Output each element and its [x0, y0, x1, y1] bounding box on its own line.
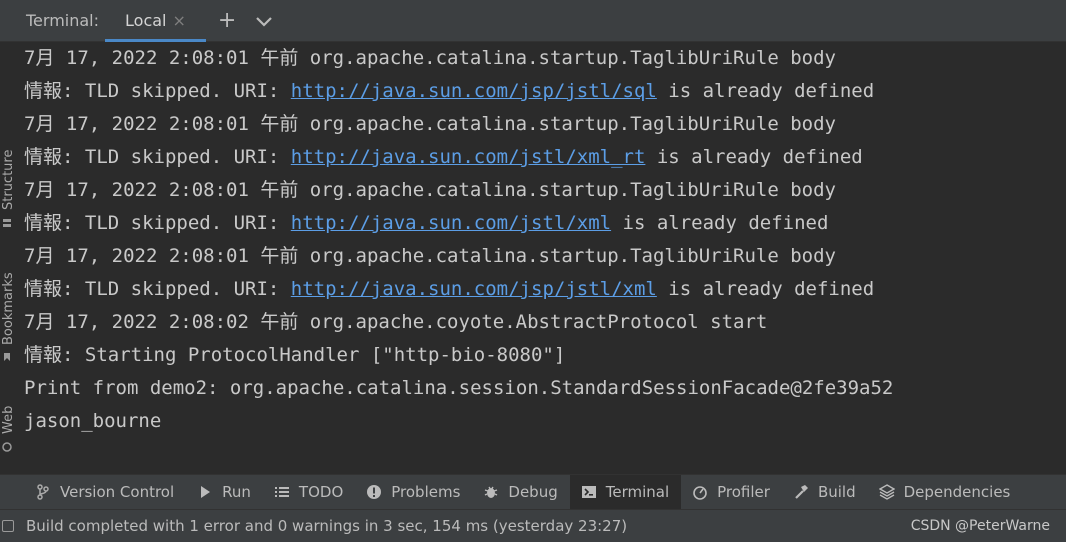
console-text: Print from demo2: org.apache.catalina.se…	[24, 377, 894, 399]
structure-icon	[3, 219, 11, 227]
chevron-down-icon[interactable]	[254, 14, 274, 28]
side-tool-bookmarks[interactable]: Bookmarks	[1, 272, 16, 345]
console-line: jason_bourne	[24, 405, 1064, 438]
terminal-output[interactable]: 7月 17, 2022 2:08:01 午前 org.apache.catali…	[24, 42, 1064, 472]
tab-local[interactable]: Local ×	[105, 0, 206, 42]
tool-label: Build	[817, 483, 856, 501]
tool-build[interactable]: Build	[782, 475, 868, 510]
console-text: 7月 17, 2022 2:08:01 午前 org.apache.catali…	[24, 179, 836, 201]
status-bar: Build completed with 1 error and 0 warni…	[0, 509, 1066, 542]
console-link[interactable]: http://java.sun.com/jsp/jstl/xml	[291, 278, 657, 300]
tool-label: Version Control	[60, 483, 175, 501]
status-toggle-icon[interactable]	[2, 520, 14, 532]
tool-profiler[interactable]: Profiler	[681, 475, 782, 510]
tool-dependencies[interactable]: Dependencies	[868, 475, 1023, 510]
tool-todo[interactable]: TODO	[263, 475, 355, 510]
console-text: 情報: TLD skipped. URI:	[24, 80, 291, 102]
console-line: 7月 17, 2022 2:08:01 午前 org.apache.catali…	[24, 174, 1064, 207]
tab-local-label: Local	[125, 11, 167, 30]
bookmark-icon	[4, 353, 10, 361]
layers-icon	[878, 483, 896, 501]
globe-icon	[2, 442, 12, 452]
profiler-icon	[691, 483, 709, 501]
console-link[interactable]: http://java.sun.com/jsp/jstl/sql	[291, 80, 657, 102]
list-icon	[273, 483, 291, 501]
console-text: 情報: Starting ProtocolHandler ["http-bio-…	[24, 344, 566, 366]
console-text: 7月 17, 2022 2:08:01 午前 org.apache.catali…	[24, 113, 836, 135]
console-text: is already defined	[611, 212, 829, 234]
tool-terminal[interactable]: Terminal	[569, 474, 682, 510]
console-text: 情報: TLD skipped. URI:	[24, 146, 291, 168]
console-line: 情報: TLD skipped. URI: http://java.sun.co…	[24, 207, 1064, 240]
terminal-header: Terminal: Local × +	[0, 0, 1066, 42]
terminal-icon	[580, 483, 598, 501]
console-text: jason_bourne	[24, 410, 162, 432]
console-line: 7月 17, 2022 2:08:01 午前 org.apache.catali…	[24, 108, 1064, 141]
problems-icon	[365, 483, 383, 501]
console-text: 7月 17, 2022 2:08:01 午前 org.apache.catali…	[24, 245, 836, 267]
tool-window-bar: Version Control Run TODO Problems Debug Termi…	[0, 474, 1066, 510]
console-text: 情報: TLD skipped. URI:	[24, 212, 291, 234]
tool-run[interactable]: Run	[186, 475, 263, 510]
console-text: is already defined	[656, 278, 875, 300]
tool-label: Profiler	[717, 483, 770, 501]
console-line: 情報: TLD skipped. URI: http://java.sun.co…	[24, 141, 1064, 174]
console-line: 7月 17, 2022 2:08:02 午前 org.apache.coyote…	[24, 306, 1064, 339]
tool-debug[interactable]: Debug	[472, 475, 569, 510]
side-tool-structure[interactable]: Structure	[1, 150, 16, 210]
console-text: is already defined	[656, 80, 875, 102]
console-line: Print from demo2: org.apache.catalina.se…	[24, 372, 1064, 405]
close-icon[interactable]: ×	[172, 11, 185, 30]
status-message[interactable]: Build completed with 1 error and 0 warni…	[26, 517, 627, 535]
hammer-icon	[792, 483, 810, 501]
console-text: 情報: TLD skipped. URI:	[24, 278, 291, 300]
tool-label: Debug	[508, 483, 558, 501]
console-text: 7月 17, 2022 2:08:02 午前 org.apache.coyote…	[24, 311, 768, 333]
bug-icon	[482, 483, 500, 501]
run-icon	[196, 483, 214, 501]
tool-label: Problems	[391, 483, 461, 501]
tool-version-control[interactable]: Version Control	[24, 475, 186, 510]
console-text: 7月 17, 2022 2:08:01 午前 org.apache.catali…	[24, 47, 836, 69]
console-line: 情報: TLD skipped. URI: http://java.sun.co…	[24, 75, 1064, 108]
console-link[interactable]: http://java.sun.com/jstl/xml_rt	[291, 146, 646, 168]
add-tab-button[interactable]: +	[218, 9, 236, 32]
tool-label: TODO	[298, 483, 344, 501]
terminal-title: Terminal:	[26, 11, 100, 30]
console-link[interactable]: http://java.sun.com/jstl/xml	[291, 212, 611, 234]
console-line: 情報: Starting ProtocolHandler ["http-bio-…	[24, 339, 1064, 372]
branch-icon	[34, 483, 52, 501]
left-tool-strip: Structure Bookmarks Web	[0, 42, 16, 474]
tool-label: Dependencies	[903, 483, 1011, 501]
console-text: is already defined	[645, 146, 863, 168]
tool-problems[interactable]: Problems	[355, 475, 472, 510]
console-line: 7月 17, 2022 2:08:01 午前 org.apache.catali…	[24, 42, 1064, 75]
side-tool-web[interactable]: Web	[1, 406, 16, 434]
console-line: 情報: TLD skipped. URI: http://java.sun.co…	[24, 273, 1064, 306]
tool-label: Run	[222, 483, 251, 501]
tool-label: Terminal	[605, 483, 670, 501]
watermark: CSDN @PeterWarne	[910, 518, 1050, 534]
console-line: 7月 17, 2022 2:08:01 午前 org.apache.catali…	[24, 240, 1064, 273]
